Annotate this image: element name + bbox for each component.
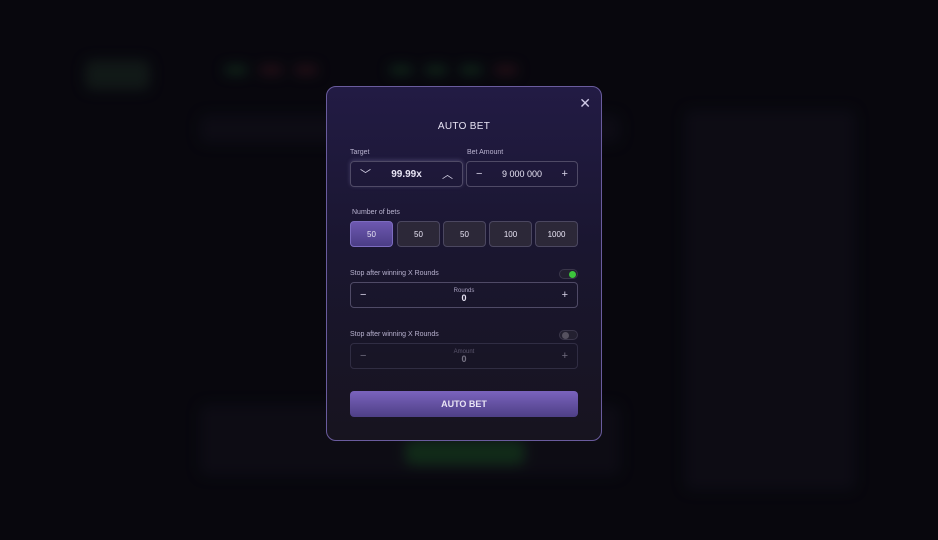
close-icon[interactable]: ✕	[579, 95, 591, 112]
amount-field[interactable]: − Amount 0 +	[350, 343, 578, 369]
plus-icon[interactable]: +	[562, 350, 568, 362]
bet-amount-label: Bet Amount	[467, 149, 504, 156]
plus-icon[interactable]: +	[562, 289, 568, 301]
amount-value[interactable]: 0	[461, 354, 466, 364]
minus-icon[interactable]: −	[360, 350, 366, 362]
number-of-bets-label: Number of bets	[352, 209, 400, 216]
bets-option[interactable]: 50	[443, 221, 486, 247]
rounds-field[interactable]: − Rounds 0 +	[350, 282, 578, 308]
stop-win-label: Stop after winning X Rounds	[350, 270, 439, 277]
chevron-down-icon[interactable]: ﹀	[360, 166, 371, 182]
modal-title: AUTO BET	[437, 121, 491, 132]
bets-option[interactable]: 100	[489, 221, 532, 247]
minus-icon[interactable]: −	[476, 168, 482, 180]
stop-loss-toggle[interactable]	[559, 330, 578, 340]
stop-loss-label: Stop after winning X Rounds	[350, 331, 439, 338]
target-label: Target	[350, 149, 370, 156]
target-field[interactable]: ﹀ 99.99x ︿	[350, 161, 463, 187]
bet-amount-field[interactable]: − 9 000 000 +	[466, 161, 578, 187]
rounds-value[interactable]: 0	[461, 293, 466, 303]
bets-option[interactable]: 1000	[535, 221, 578, 247]
auto-bet-button[interactable]: AUTO BET	[350, 391, 578, 417]
bets-option[interactable]: 50	[350, 221, 393, 247]
bet-amount-value[interactable]: 9 000 000	[502, 169, 542, 179]
target-value[interactable]: 99.99x	[391, 169, 422, 180]
stop-win-toggle[interactable]	[559, 269, 578, 279]
bets-option[interactable]: 50	[397, 221, 440, 247]
plus-icon[interactable]: +	[562, 168, 568, 180]
auto-bet-modal: ✕ AUTO BET Target ﹀ 99.99x ︿ Bet Amount …	[326, 86, 602, 441]
minus-icon[interactable]: −	[360, 289, 366, 301]
chevron-up-icon[interactable]: ︿	[442, 166, 453, 182]
